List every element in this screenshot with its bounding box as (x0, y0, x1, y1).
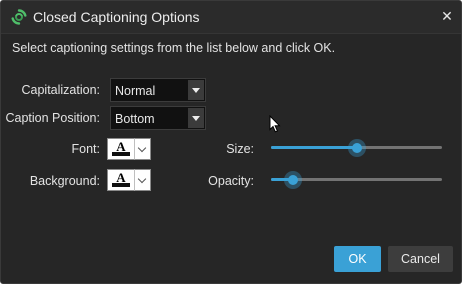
font-color-bar (112, 152, 130, 156)
close-icon[interactable]: ✕ (437, 7, 457, 27)
caption-position-label: Caption Position: (5, 111, 100, 125)
caption-position-select[interactable]: Bottom (110, 106, 206, 130)
size-slider[interactable] (271, 138, 442, 158)
background-color-picker[interactable]: A (107, 169, 151, 191)
title-bar[interactable]: Closed Captioning Options ✕ (1, 1, 461, 34)
refresh-arrows-icon (10, 8, 28, 26)
cancel-button[interactable]: Cancel (388, 246, 453, 272)
dialog-title: Closed Captioning Options (33, 9, 200, 25)
size-slider-thumb[interactable] (348, 139, 366, 157)
background-label: Background: (29, 174, 100, 188)
chevron-down-icon[interactable] (188, 80, 204, 100)
opacity-slider-thumb[interactable] (284, 171, 302, 189)
instructions-text: Select captioning settings from the list… (12, 41, 336, 55)
font-color-picker[interactable]: A (107, 138, 151, 160)
caption-position-value: Bottom (115, 112, 155, 126)
background-color-swatch[interactable]: A (107, 169, 135, 191)
ok-button[interactable]: OK (334, 246, 381, 272)
font-label: Font: (71, 142, 101, 156)
chevron-down-icon[interactable] (188, 108, 204, 128)
size-slider-fill (271, 146, 357, 149)
opacity-slider[interactable] (271, 170, 442, 190)
capitalization-select[interactable]: Normal (110, 78, 206, 102)
opacity-label: Opacity: (208, 174, 254, 188)
mouse-pointer-icon (269, 114, 281, 133)
size-label: Size: (226, 142, 254, 156)
chevron-down-icon[interactable] (134, 169, 151, 191)
chevron-down-icon[interactable] (134, 138, 151, 160)
closed-captioning-dialog: Closed Captioning Options ✕ Select capti… (0, 0, 462, 284)
capitalization-value: Normal (115, 84, 156, 98)
background-color-bar (112, 183, 130, 187)
font-color-swatch[interactable]: A (107, 138, 135, 160)
capitalization-label: Capitalization: (21, 83, 100, 97)
